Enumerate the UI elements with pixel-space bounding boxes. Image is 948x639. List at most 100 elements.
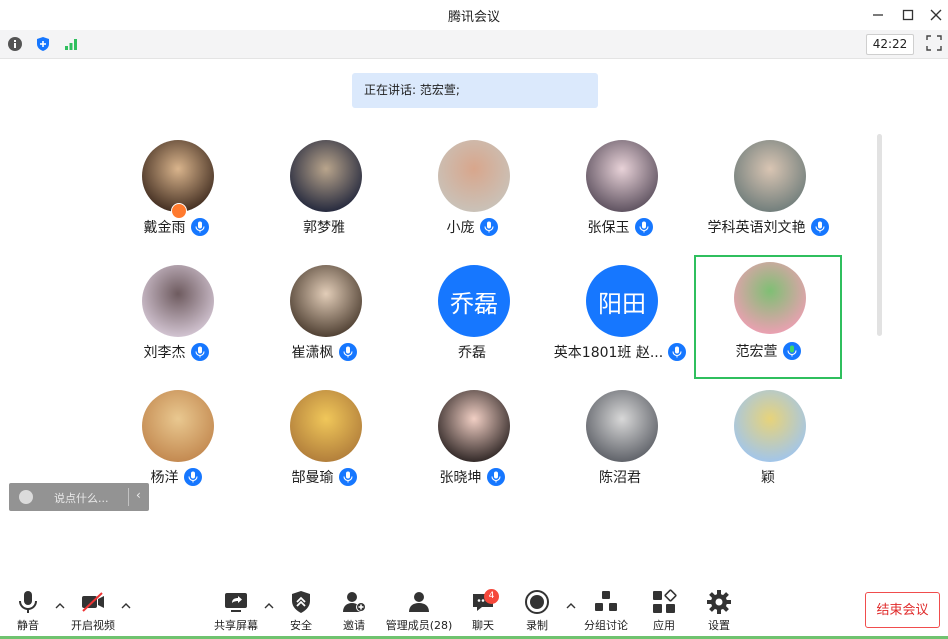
mic-status-icon xyxy=(634,218,653,236)
participant-namebar: 小庞 xyxy=(398,217,546,237)
share-label: 共享屏幕 xyxy=(214,619,258,632)
record-icon xyxy=(525,590,549,614)
avatar xyxy=(142,140,214,212)
title-bar: 腾讯会议 xyxy=(0,0,948,30)
mic-status-icon xyxy=(810,218,829,236)
gear-icon xyxy=(707,590,731,614)
avatar xyxy=(290,140,362,212)
mic-status-icon xyxy=(190,343,209,361)
participant-name: 戴金雨 xyxy=(143,220,186,236)
share-options-chevron-icon[interactable] xyxy=(264,602,274,610)
end-meeting-button[interactable]: 结束会议 xyxy=(865,592,940,628)
participant-namebar: 学科英语刘文艳 xyxy=(694,217,842,237)
mic-status-icon xyxy=(479,218,498,236)
security-shield-icon xyxy=(292,591,310,613)
avatar xyxy=(438,140,510,212)
participant-namebar: 英本1801班 赵... xyxy=(546,342,694,362)
invite-user-icon xyxy=(343,592,366,612)
chat-button[interactable]: 聊天 xyxy=(455,589,511,635)
participant-name: 陈沼君 xyxy=(599,470,641,486)
participant-name: 张晓坤 xyxy=(439,470,482,486)
video-button[interactable]: 开启视频 xyxy=(65,589,121,635)
avatar xyxy=(734,390,806,462)
grid-scrollbar[interactable] xyxy=(877,134,882,336)
avatar: 乔磊 xyxy=(438,265,510,337)
mic-status-icon xyxy=(668,343,687,361)
settings-button[interactable]: 设置 xyxy=(691,589,747,635)
mute-label: 静音 xyxy=(17,619,39,632)
breakout-label: 分组讨论 xyxy=(584,619,628,632)
mute-button[interactable]: 静音 xyxy=(0,589,56,635)
avatar xyxy=(142,265,214,337)
participant-namebar: 张保玉 xyxy=(546,217,694,237)
avatar xyxy=(438,390,510,462)
emoji-icon[interactable] xyxy=(19,490,33,504)
meeting-timer: 42:22 xyxy=(866,34,914,55)
mic-status-icon xyxy=(782,342,801,360)
minimize-icon[interactable] xyxy=(869,6,887,24)
participant-tile[interactable]: 阳田英本1801班 赵... xyxy=(546,254,694,378)
participant-tile[interactable]: 小庞 xyxy=(398,129,546,253)
participant-namebar: 乔磊 xyxy=(398,342,546,362)
participant-tile[interactable]: 戴金雨 xyxy=(102,129,250,253)
participant-name: 郭梦雅 xyxy=(303,220,345,236)
avatar xyxy=(290,265,362,337)
mic-options-chevron-icon[interactable] xyxy=(55,602,65,610)
share-screen-icon xyxy=(225,593,247,612)
participant-name: 乔磊 xyxy=(458,345,486,361)
microphone-icon xyxy=(19,591,37,613)
members-button[interactable]: 管理成员(28) xyxy=(386,589,452,635)
invite-label: 邀请 xyxy=(343,619,365,632)
participant-name: 杨洋 xyxy=(150,470,179,486)
avatar xyxy=(586,390,658,462)
participant-namebar: 范宏萱 xyxy=(696,341,840,361)
participant-name: 英本1801班 赵... xyxy=(553,345,664,361)
fullscreen-icon[interactable] xyxy=(926,35,942,51)
participant-tile[interactable]: 刘李杰 xyxy=(102,254,250,378)
shield-icon[interactable] xyxy=(34,35,52,53)
participant-tile[interactable]: 张保玉 xyxy=(546,129,694,253)
participant-tile[interactable]: 学科英语刘文艳 xyxy=(694,129,842,253)
chat-unread-badge: 4 xyxy=(484,589,499,604)
participant-tile[interactable]: 范宏萱 xyxy=(694,255,842,379)
avatar xyxy=(142,390,214,462)
record-options-chevron-icon[interactable] xyxy=(566,602,576,610)
chat-divider xyxy=(128,488,129,506)
apps-grid-icon xyxy=(653,589,677,613)
close-icon[interactable] xyxy=(927,6,945,24)
participant-tile[interactable]: 颖 xyxy=(694,379,842,503)
participant-tile[interactable]: 郜曼瑜 xyxy=(250,379,398,503)
info-icon[interactable] xyxy=(6,35,24,53)
chat-quick-input[interactable]: 说点什么... ‹ xyxy=(9,483,149,511)
participant-tile[interactable]: 郭梦雅 xyxy=(250,129,398,253)
speaking-banner: 正在讲话: 范宏萱; xyxy=(352,73,598,108)
breakout-button[interactable]: 分组讨论 xyxy=(578,589,634,635)
mic-status-icon xyxy=(486,468,505,486)
participant-name: 郜曼瑜 xyxy=(291,470,334,486)
collapse-icon[interactable]: ‹ xyxy=(136,488,141,502)
avatar xyxy=(586,140,658,212)
participant-tile[interactable]: 张晓坤 xyxy=(398,379,546,503)
participant-tile[interactable]: 乔磊 乔磊 xyxy=(398,254,546,378)
bottom-toolbar: 静音 开启视频 共享屏幕 安全 邀请 管理成员(28) 聊天 录制 分组讨论 应… xyxy=(0,585,948,639)
participant-name: 崔潇枫 xyxy=(291,345,334,361)
share-screen-button[interactable]: 共享屏幕 xyxy=(208,589,264,635)
mic-status-icon xyxy=(338,468,357,486)
maximize-icon[interactable] xyxy=(899,6,917,24)
participant-tile[interactable]: 崔潇枫 xyxy=(250,254,398,378)
video-options-chevron-icon[interactable] xyxy=(121,602,131,610)
participant-namebar: 张晓坤 xyxy=(398,467,546,487)
window-title: 腾讯会议 xyxy=(447,10,500,25)
signal-icon[interactable] xyxy=(62,35,80,53)
participant-namebar: 陈沼君 xyxy=(546,467,694,487)
participant-tile[interactable]: 陈沼君 xyxy=(546,379,694,503)
security-button[interactable]: 安全 xyxy=(273,589,329,635)
chat-placeholder: 说点什么... xyxy=(54,492,109,505)
participant-namebar: 郭梦雅 xyxy=(250,217,398,237)
record-button[interactable]: 录制 xyxy=(509,589,565,635)
apps-button[interactable]: 应用 xyxy=(636,589,692,635)
participant-namebar: 崔潇枫 xyxy=(250,342,398,362)
avatar: 阳田 xyxy=(586,265,658,337)
settings-label: 设置 xyxy=(708,619,730,632)
invite-button[interactable]: 邀请 xyxy=(326,589,382,635)
